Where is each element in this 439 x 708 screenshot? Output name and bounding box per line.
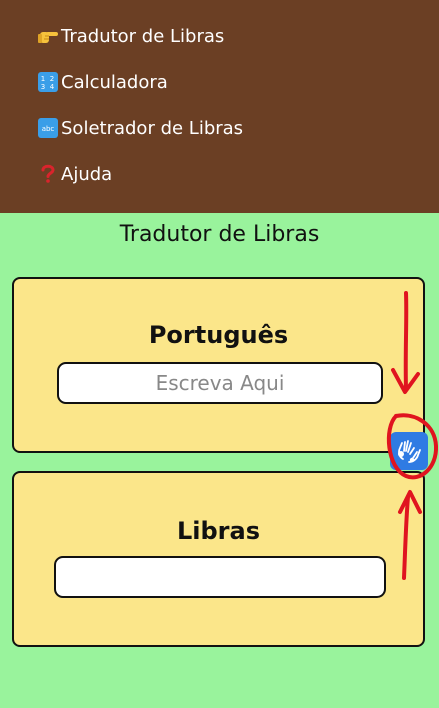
- hands-sign-icon: [398, 440, 421, 463]
- nav-item-label: Ajuda: [61, 163, 113, 185]
- nav-item-ajuda[interactable]: Ajuda: [37, 159, 112, 189]
- nav-item-label: Calculadora: [61, 71, 168, 93]
- letters-icon: abc: [37, 117, 59, 139]
- question-icon: [37, 163, 59, 185]
- translate-to-libras-button[interactable]: [390, 432, 428, 470]
- nav-item-label: Soletrador de Libras: [61, 117, 244, 139]
- portugues-panel-title: Português: [148, 321, 289, 349]
- nav-item-tradutor[interactable]: Tradutor de Libras: [37, 21, 224, 51]
- nav-item-label: Tradutor de Libras: [61, 25, 225, 47]
- svg-text:abc: abc: [42, 125, 55, 133]
- navigation-menu: Tradutor de Libras 1 2 3 4 Calculadora a…: [0, 0, 439, 213]
- nav-item-soletrador[interactable]: abc Soletrador de Libras: [37, 113, 243, 143]
- svg-text:2: 2: [50, 75, 54, 83]
- libras-panel-title: Libras: [176, 517, 260, 545]
- svg-text:1: 1: [41, 75, 45, 83]
- libras-panel: Libras: [12, 471, 425, 647]
- svg-text:3: 3: [41, 83, 45, 91]
- portugues-text-input[interactable]: [57, 362, 383, 404]
- svg-text:4: 4: [50, 83, 55, 91]
- nav-item-calculadora[interactable]: 1 2 3 4 Calculadora: [37, 67, 168, 97]
- page-title: Tradutor de Libras: [119, 222, 320, 247]
- portugues-panel: Português: [12, 277, 425, 453]
- libras-output-field: [54, 556, 386, 598]
- numbers-icon: 1 2 3 4: [37, 71, 59, 93]
- point-right-icon: [37, 25, 59, 47]
